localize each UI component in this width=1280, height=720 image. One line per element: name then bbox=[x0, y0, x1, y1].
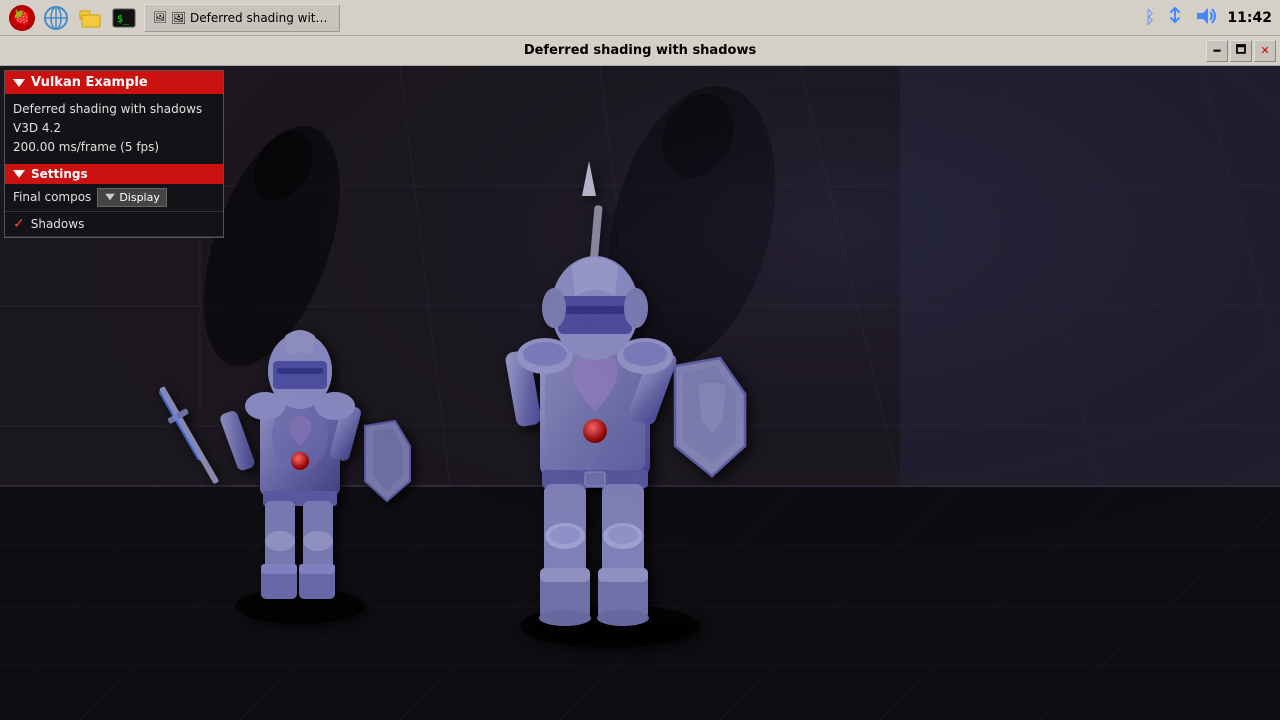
display-dropdown[interactable]: Display bbox=[97, 188, 167, 207]
collapse-triangle-icon bbox=[13, 79, 25, 87]
svg-text:$_: $_ bbox=[117, 14, 130, 25]
shadows-label: Shadows bbox=[31, 217, 85, 231]
composite-row: Final compos Display bbox=[5, 184, 223, 212]
maximize-button[interactable]: 🗖 bbox=[1230, 40, 1252, 62]
network-icon[interactable] bbox=[1165, 5, 1185, 30]
scene-content: Vulkan Example Deferred shading with sha… bbox=[0, 66, 1280, 720]
close-button[interactable]: ✕ bbox=[1254, 40, 1276, 62]
info-fps: 200.00 ms/frame (5 fps) bbox=[13, 138, 215, 157]
files-icon[interactable] bbox=[76, 4, 104, 32]
taskbar: 🍓 $_ 🖼 🖼 Deferred shading with s... ᛒ bbox=[0, 0, 1280, 36]
main-window: Deferred shading with shadows 🗕 🗖 ✕ bbox=[0, 36, 1280, 720]
window-title: Deferred shading with shadows bbox=[524, 43, 756, 58]
final-composite-label: Final compos bbox=[13, 190, 91, 204]
app-taskbar-button[interactable]: 🖼 🖼 Deferred shading with s... bbox=[144, 4, 340, 32]
volume-icon[interactable] bbox=[1195, 6, 1217, 30]
shadows-checkmark-icon: ✓ bbox=[13, 216, 25, 232]
settings-label: Settings bbox=[31, 167, 88, 181]
display-label: Display bbox=[119, 191, 160, 204]
bluetooth-icon[interactable]: ᛒ bbox=[1145, 7, 1156, 28]
info-version: V3D 4.2 bbox=[13, 119, 215, 138]
clock: 11:42 bbox=[1227, 10, 1272, 26]
window-controls: 🗕 🗖 ✕ bbox=[1206, 40, 1276, 62]
panel-title: Vulkan Example bbox=[31, 75, 148, 90]
title-bar: Deferred shading with shadows 🗕 🗖 ✕ bbox=[0, 36, 1280, 66]
raspberry-pi-icon[interactable]: 🍓 bbox=[8, 4, 36, 32]
info-panel: Vulkan Example Deferred shading with sha… bbox=[4, 70, 224, 238]
terminal-icon[interactable]: $_ bbox=[110, 4, 138, 32]
taskbar-right: ᛒ 11:42 bbox=[1145, 5, 1272, 30]
settings-triangle-icon bbox=[13, 170, 25, 178]
settings-section-header[interactable]: Settings bbox=[5, 164, 223, 184]
info-title: Deferred shading with shadows bbox=[13, 100, 215, 119]
browser-icon[interactable] bbox=[42, 4, 70, 32]
panel-info-block: Deferred shading with shadows V3D 4.2 20… bbox=[5, 94, 223, 164]
panel-header[interactable]: Vulkan Example bbox=[5, 71, 223, 94]
minimize-button[interactable]: 🗕 bbox=[1206, 40, 1228, 62]
dropdown-triangle-icon bbox=[106, 194, 116, 200]
shadows-row: ✓ Shadows bbox=[5, 212, 223, 237]
